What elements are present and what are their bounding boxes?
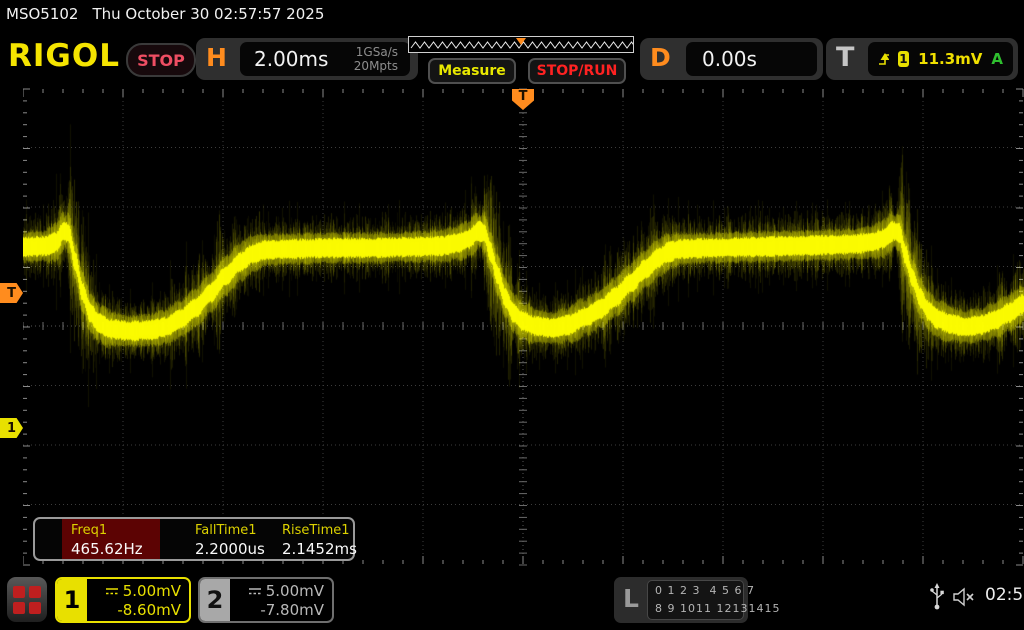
horizontal-label: H — [206, 43, 227, 72]
datetime: Thu October 30 02:57:57 2025 — [92, 5, 324, 23]
logic-row2: 8 9 1011 12131415 — [655, 600, 743, 618]
measurement-value: 465.62Hz — [71, 540, 143, 559]
measure-button[interactable]: Measure — [428, 58, 516, 84]
measurement-freq1[interactable]: Freq1 465.62Hz — [71, 521, 143, 559]
memory-position-marker-icon[interactable] — [516, 38, 526, 45]
run-state-badge: STOP — [126, 43, 196, 77]
measurement-name: Freq1 — [71, 521, 143, 540]
trigger-level-marker[interactable]: T — [0, 283, 23, 303]
model-name: MSO5102 — [6, 5, 78, 23]
channel1-scale: 5.00mV — [123, 582, 181, 600]
delay-value: 0.00s — [702, 47, 757, 71]
logic-label: L — [623, 584, 639, 613]
dc-coupling-icon — [106, 587, 118, 596]
sample-rate: 1GSa/s — [356, 45, 398, 59]
channel2-offset: -7.80mV — [230, 601, 324, 620]
bottom-bar: 1 5.00mV -8.60mV 2 5.00mV — [0, 572, 1024, 630]
channel2-scale: 5.00mV — [266, 582, 324, 600]
channel1-offset: -8.60mV — [87, 601, 181, 620]
sample-rate-memdepth: 1GSa/s 20Mpts — [354, 45, 398, 73]
trigger-label: T — [836, 42, 854, 73]
channel1-tab[interactable]: 1 — [57, 579, 87, 621]
channel1-offset-marker[interactable]: 1 — [0, 418, 23, 438]
waveform-memory-bar[interactable] — [408, 36, 634, 53]
measurement-risetime1[interactable]: RiseTime1 2.1452ms — [282, 521, 357, 559]
measurement-falltime1[interactable]: FallTime1 2.2000us — [195, 521, 265, 559]
timebase-value: 2.00ms — [254, 47, 328, 71]
trigger-source-badge: 1 — [898, 51, 909, 67]
grid-menu-icon[interactable] — [7, 577, 47, 622]
channel2-block[interactable]: 2 5.00mV -7.80mV — [198, 577, 334, 623]
delay-block[interactable]: D 0.00s — [640, 38, 823, 80]
channel2-tab[interactable]: 2 — [200, 579, 230, 621]
rigol-logo: RIGOL — [8, 38, 120, 74]
channel1-block[interactable]: 1 5.00mV -8.60mV — [55, 577, 191, 623]
header: RIGOL STOP H 2.00ms 1GSa/s 20Mpts Measur… — [0, 30, 1024, 86]
stoprun-button[interactable]: STOP/RUN — [528, 58, 626, 84]
dc-coupling-icon — [249, 587, 261, 596]
trigger-slope-icon — [878, 51, 889, 67]
channel1-waveform — [23, 88, 1024, 566]
measurement-name: FallTime1 — [195, 521, 265, 540]
usb-icon — [929, 583, 945, 611]
logic-channels-block[interactable]: L 0 1 2 3 4 5 6 7 8 9 1011 12131415 — [614, 577, 748, 623]
horizontal-settings-block[interactable]: H 2.00ms 1GSa/s 20Mpts — [196, 38, 418, 80]
logic-row1: 0 1 2 3 4 5 6 7 — [655, 582, 743, 600]
measurement-results-panel[interactable]: Freq1 465.62Hz FallTime1 2.2000us RiseTi… — [33, 517, 355, 561]
mem-depth: 20Mpts — [354, 59, 398, 73]
clock: 02:57 — [985, 585, 1024, 605]
measurement-name: RiseTime1 — [282, 521, 357, 540]
trigger-block[interactable]: T 1 11.3mV A — [826, 38, 1018, 80]
trigger-sweep-mode: A — [991, 50, 1003, 68]
oscilloscope-screen: MSO5102 Thu October 30 02:57:57 2025 RIGO… — [0, 0, 1024, 630]
speaker-muted-icon — [953, 587, 979, 607]
titlebar: MSO5102 Thu October 30 02:57:57 2025 — [6, 5, 324, 23]
measurement-value: 2.1452ms — [282, 540, 357, 559]
trigger-level-value: 11.3mV — [918, 50, 982, 68]
delay-label: D — [650, 43, 671, 72]
measurement-value: 2.2000us — [195, 540, 265, 559]
